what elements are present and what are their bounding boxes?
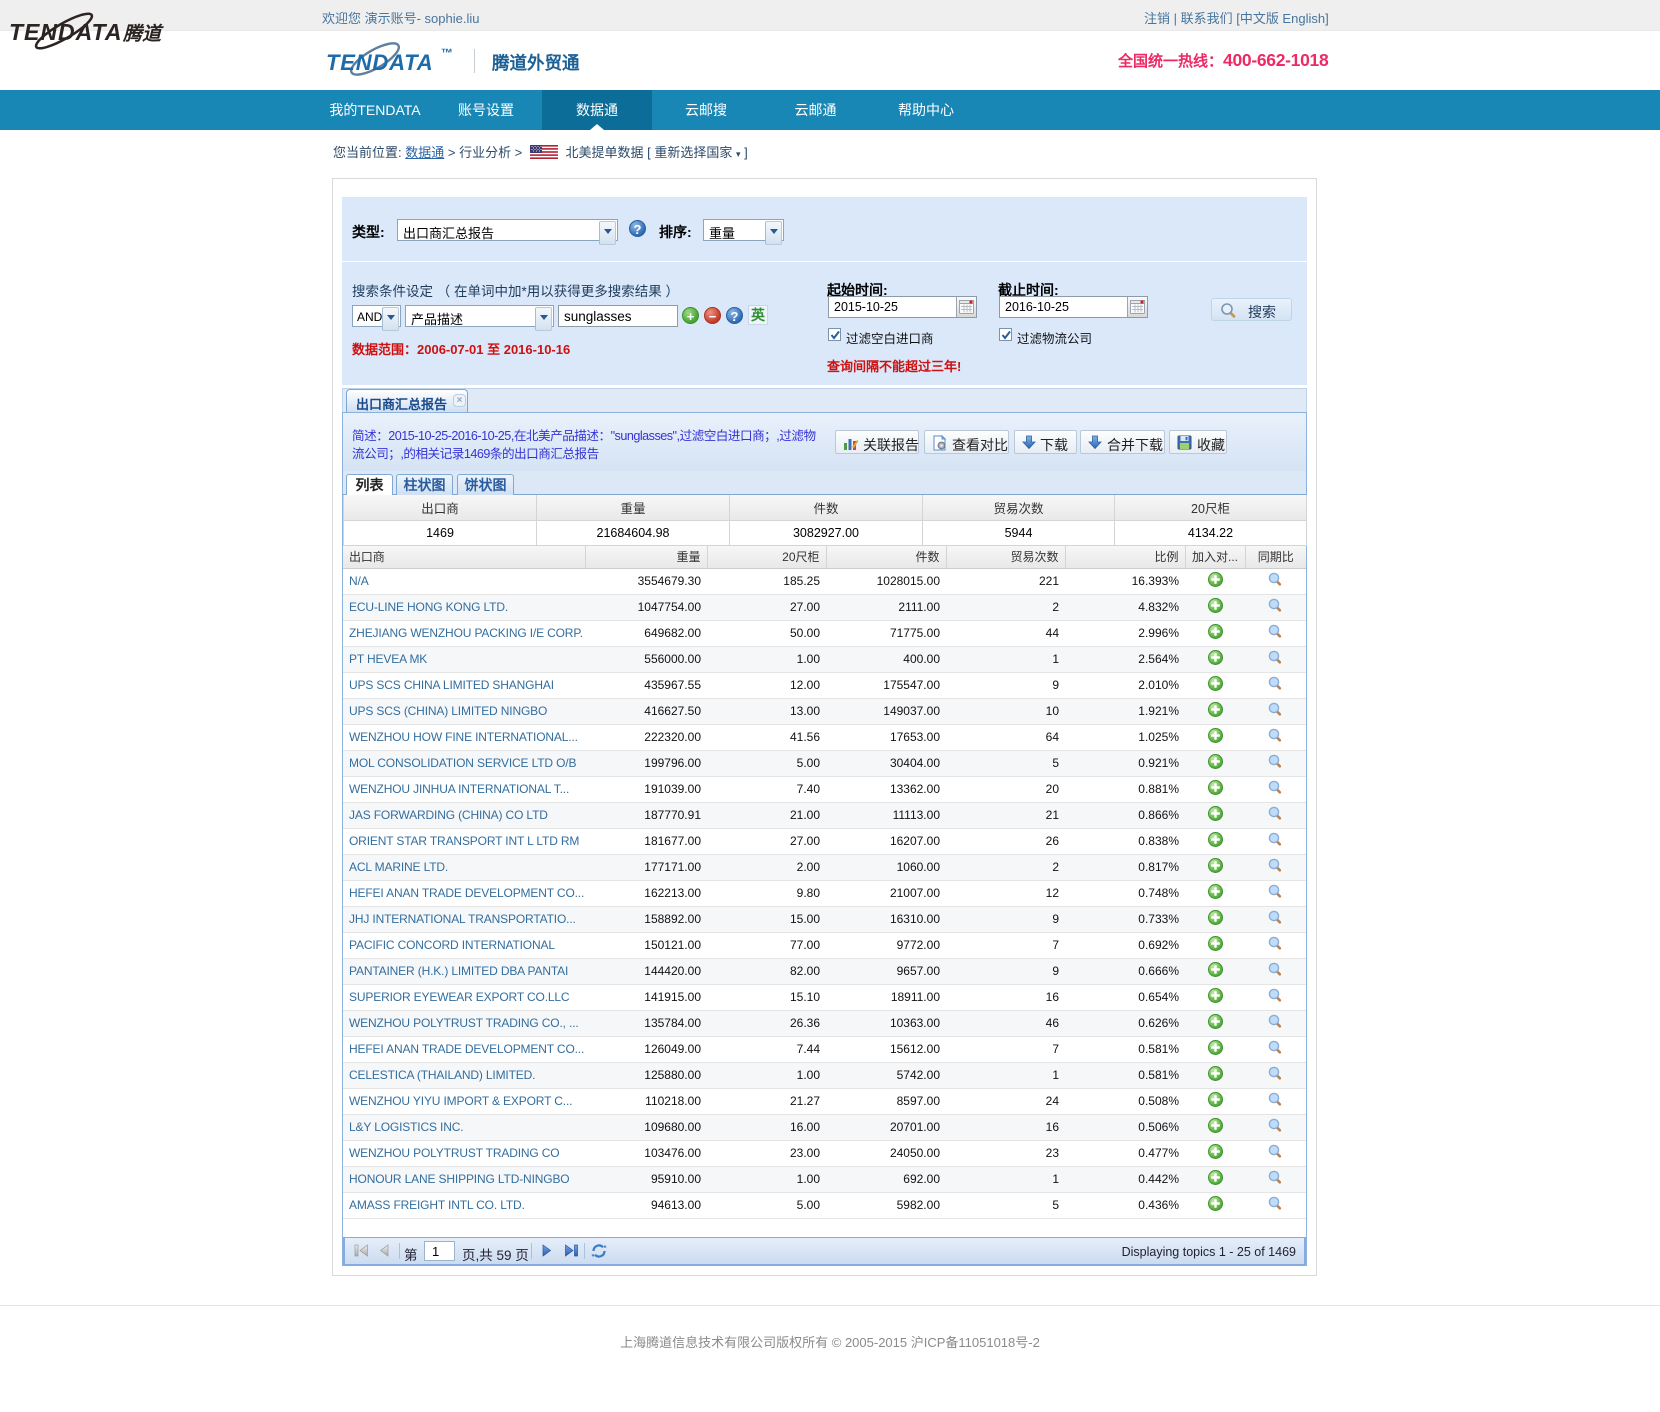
svg-text:™: ™ <box>441 46 453 60</box>
svg-text:TENDATA: TENDATA <box>9 19 122 45</box>
svg-text:TENDATA: TENDATA <box>326 50 433 75</box>
svg-text:腾道: 腾道 <box>122 23 164 45</box>
